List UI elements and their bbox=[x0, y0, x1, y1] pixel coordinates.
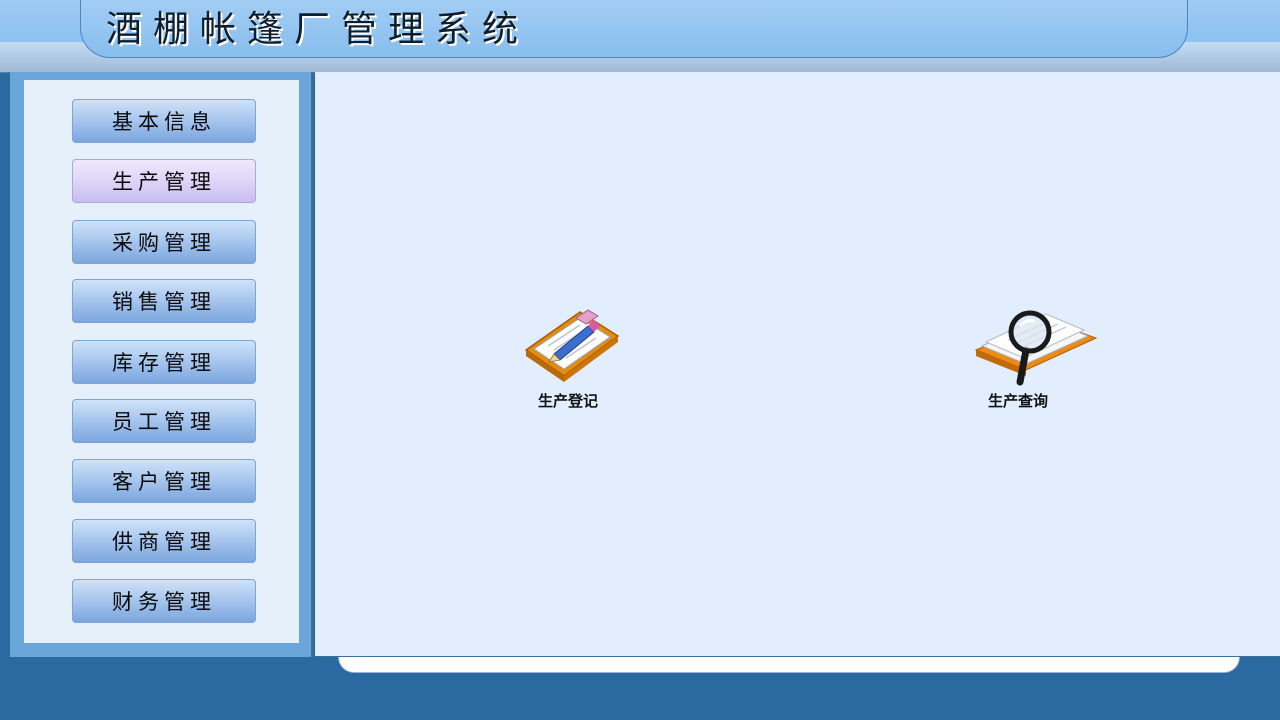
feature-production-register[interactable]: 生产登记 bbox=[488, 306, 648, 426]
magnifier-document-icon bbox=[974, 310, 1098, 386]
nav-button-purchasing[interactable]: 采购管理 bbox=[72, 220, 256, 264]
sidebar: 基本信息 生产管理 采购管理 销售管理 库存管理 员工管理 客户管理 供商管理 … bbox=[10, 72, 313, 657]
feature-production-query[interactable]: 生产查询 bbox=[938, 306, 1098, 426]
nav-button-production[interactable]: 生产管理 bbox=[72, 159, 256, 203]
app-title: 酒棚帐篷厂管理系统 bbox=[106, 9, 530, 50]
feature-label: 生产查询 bbox=[987, 392, 1048, 410]
nav-button-suppliers[interactable]: 供商管理 bbox=[72, 519, 256, 563]
nav-button-inventory[interactable]: 库存管理 bbox=[72, 340, 256, 384]
footer-strip bbox=[338, 657, 1240, 673]
nav-button-finance[interactable]: 财务管理 bbox=[72, 579, 256, 623]
nav-button-sales[interactable]: 销售管理 bbox=[72, 279, 256, 323]
clipboard-pen-icon bbox=[524, 309, 620, 382]
main-content: 生产登记 生产查询 bbox=[315, 72, 1280, 657]
feature-label: 生产登记 bbox=[537, 392, 598, 410]
nav-button-customers[interactable]: 客户管理 bbox=[72, 459, 256, 503]
nav-button-employees[interactable]: 员工管理 bbox=[72, 399, 256, 443]
nav-button-basic-info[interactable]: 基本信息 bbox=[72, 99, 256, 143]
sidebar-panel: 基本信息 生产管理 采购管理 销售管理 库存管理 员工管理 客户管理 供商管理 … bbox=[24, 80, 299, 643]
